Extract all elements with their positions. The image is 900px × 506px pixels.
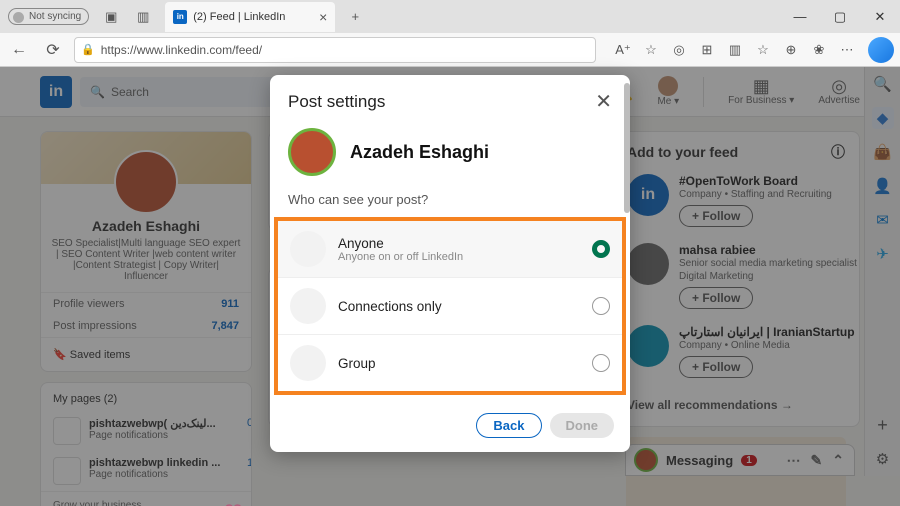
- modal-question: Who can see your post?: [270, 188, 630, 217]
- extensions-icon[interactable]: ⊞: [696, 39, 718, 61]
- read-aloud-icon[interactable]: A⁺: [612, 39, 634, 61]
- connections-icon: [290, 288, 326, 324]
- option-group[interactable]: Group: [278, 335, 622, 391]
- tab-title: (2) Feed | LinkedIn: [193, 11, 285, 23]
- lock-icon: 🔒: [81, 43, 95, 56]
- modal-scrollbar[interactable]: [624, 83, 630, 213]
- option-anyone[interactable]: Anyone Anyone on or off LinkedIn: [278, 221, 622, 278]
- back-button[interactable]: Back: [476, 413, 541, 438]
- linkedin-favicon: in: [173, 10, 187, 24]
- refresh-button[interactable]: ⟳: [40, 37, 66, 63]
- option-connections-only[interactable]: Connections only: [278, 278, 622, 335]
- done-button-disabled: Done: [550, 413, 615, 438]
- radio-selected-icon[interactable]: [592, 240, 610, 258]
- minimize-button[interactable]: —: [780, 0, 820, 33]
- browser-essentials-icon[interactable]: ❀: [808, 39, 830, 61]
- toolbar-actions: A⁺ ☆ ◎ ⊞ ▥ ☆ ⊕ ❀ ⋯: [612, 37, 894, 63]
- modal-title: Post settings: [288, 92, 385, 112]
- modal-user-avatar: [288, 128, 336, 176]
- new-tab-button[interactable]: +: [341, 3, 369, 31]
- browser-titlebar: Not syncing ▣ ▥ in (2) Feed | LinkedIn ×…: [0, 0, 900, 33]
- favorite-icon[interactable]: ☆: [640, 39, 662, 61]
- close-modal-button[interactable]: ✕: [595, 89, 612, 114]
- window-controls: — ▢ ✕: [780, 0, 900, 33]
- radio-icon[interactable]: [592, 354, 610, 372]
- modal-user-name: Azadeh Eshaghi: [350, 142, 489, 163]
- favorites-bar-icon[interactable]: ☆: [752, 39, 774, 61]
- workspaces-button[interactable]: ▣: [97, 3, 125, 31]
- url-text: https://www.linkedin.com/feed/: [101, 43, 262, 57]
- tab-bar: Not syncing ▣ ▥ in (2) Feed | LinkedIn ×…: [0, 0, 369, 33]
- radio-icon[interactable]: [592, 297, 610, 315]
- vertical-tabs-button[interactable]: ▥: [129, 3, 157, 31]
- profile-sync-button[interactable]: Not syncing: [8, 8, 89, 25]
- address-bar[interactable]: 🔒 https://www.linkedin.com/feed/: [74, 37, 596, 63]
- page-viewport: in 🔍 Search 🏠 👥• 💼 💬• 🔔 Me ▾ ▦For Busine…: [0, 67, 900, 506]
- browser-toolbar: ← ⟳ 🔒 https://www.linkedin.com/feed/ A⁺ …: [0, 33, 900, 67]
- split-screen-icon[interactable]: ▥: [724, 39, 746, 61]
- group-icon: [290, 345, 326, 381]
- maximize-button[interactable]: ▢: [820, 0, 860, 33]
- visibility-options-highlighted: Anyone Anyone on or off LinkedIn Connect…: [274, 217, 626, 395]
- close-tab-icon[interactable]: ×: [319, 9, 327, 25]
- post-settings-modal: Post settings ✕ Azadeh Eshaghi Who can s…: [270, 75, 630, 452]
- back-button[interactable]: ←: [6, 37, 32, 63]
- close-window-button[interactable]: ✕: [860, 0, 900, 33]
- copilot-button[interactable]: [868, 37, 894, 63]
- settings-menu-icon[interactable]: ⋯: [836, 39, 858, 61]
- collections-icon[interactable]: ⊕: [780, 39, 802, 61]
- globe-icon: [290, 231, 326, 267]
- browser-tab-linkedin[interactable]: in (2) Feed | LinkedIn ×: [165, 2, 335, 32]
- shopping-icon[interactable]: ◎: [668, 39, 690, 61]
